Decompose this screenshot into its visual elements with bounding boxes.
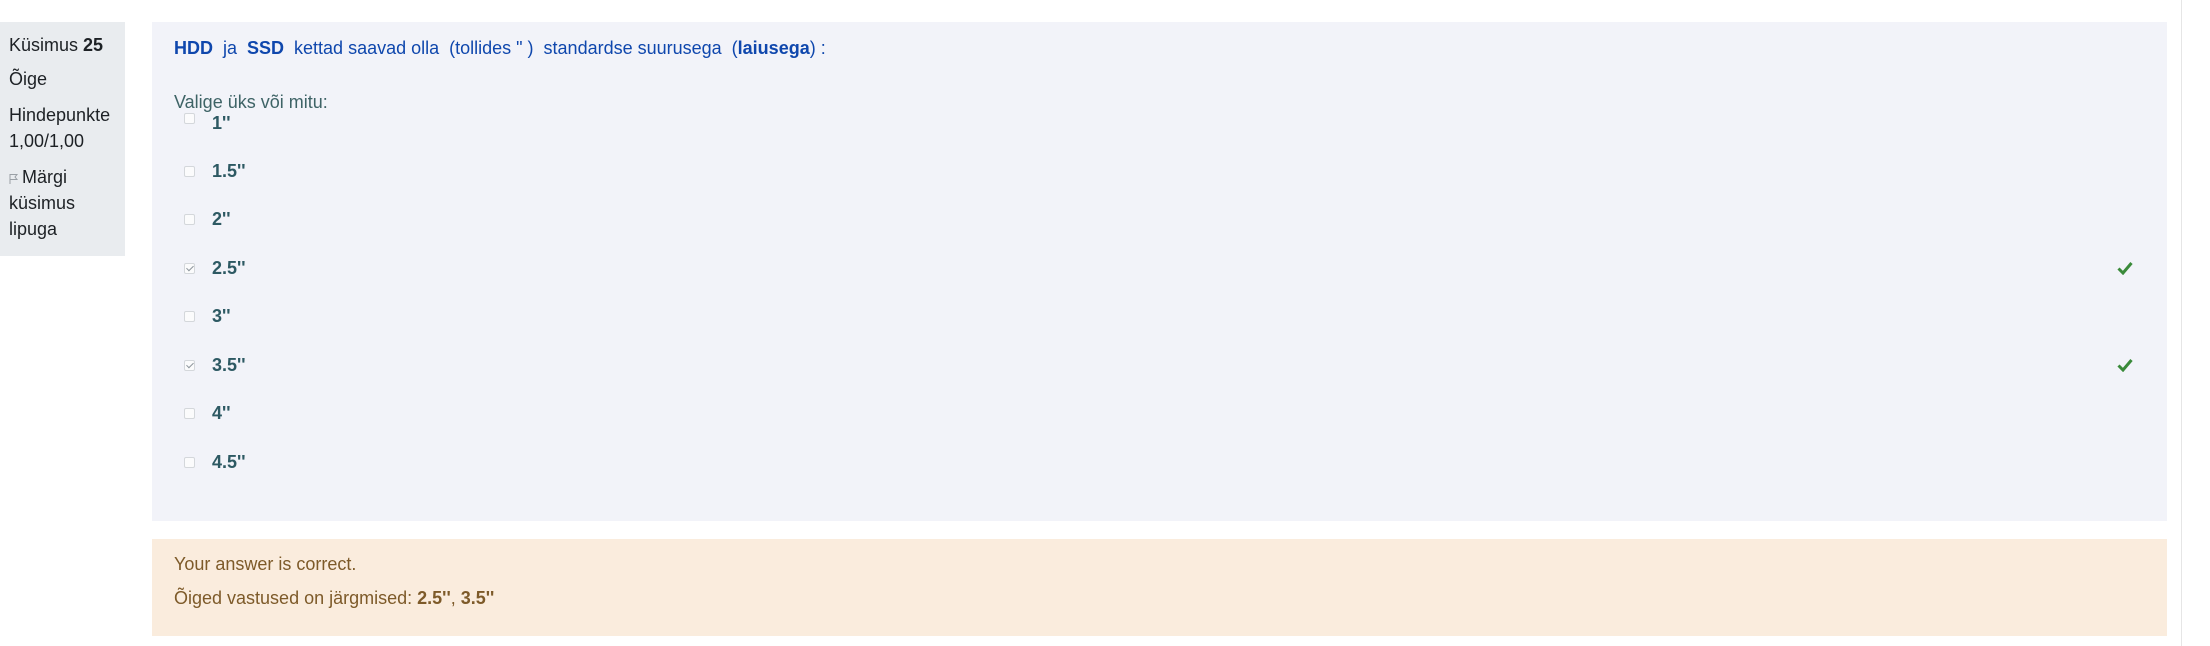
feedback-correct-answers: Õiged vastused on järgmised: 2.5'', 3.5'… [174,588,2145,609]
feedback-panel: Your answer is correct. Õiged vastused o… [152,539,2167,636]
answer-option-3-5[interactable]: 3.5'' [174,341,2145,390]
answer-option-2[interactable]: 2'' [174,196,2145,245]
flag-label-2: küsimus [9,193,76,213]
answer-options: 1'' 1.5'' 2'' 2.5'' 3'' 3.5'' 4'' 4.5'' [174,113,2145,487]
flag-question-link[interactable]: Märgi [9,164,116,190]
option-checkbox-checked[interactable] [184,359,195,371]
answer-option-4[interactable]: 4'' [174,390,2145,439]
option-label: 2'' [212,209,231,230]
grade-value: 1,00/1,00 [9,131,85,151]
question-state: Õige [9,69,48,89]
grade-label: Hindepunkte [9,105,111,125]
question-info-panel: Küsimus 25 Õige Hindepunkte 1,00/1,00 Mä… [0,22,125,256]
option-label: 4.5'' [212,451,246,472]
option-checkbox[interactable] [184,214,195,226]
question-text-end: ) : [809,38,826,58]
answer-option-2-5[interactable]: 2.5'' [174,244,2145,293]
correct-answer-b: 3.5'' [460,588,495,608]
option-checkbox[interactable] [184,113,195,124]
question-label: Küsimus [9,35,79,55]
correct-answers-prefix: Õiged vastused on järgmised: [174,588,418,608]
question-text-ja: ja [213,38,248,58]
answer-option-4-5[interactable]: 4.5'' [174,438,2145,487]
option-label: 4'' [212,403,231,424]
page-scrollbar[interactable] [2181,0,2210,646]
answer-option-3[interactable]: 3'' [174,293,2145,342]
correct-answer-a: 2.5'' [417,588,451,608]
question-formulation: HDD ja SSD kettad saavad olla (tollides … [152,22,2167,521]
option-checkbox[interactable] [184,311,195,323]
option-label: 3.5'' [212,354,246,375]
correct-check-icon [2117,262,2133,276]
option-label: 3'' [212,306,231,327]
answer-prompt: Valige üks või mitu: [174,92,328,112]
correct-check-icon [2117,359,2133,373]
option-label: 1.5'' [212,160,246,181]
flag-label-1: Märgi [22,167,68,187]
question-text: HDD ja SSD kettad saavad olla (tollides … [174,38,2145,59]
answer-option-1-5[interactable]: 1.5'' [174,147,2145,196]
flag-label-3: lipuga [9,219,58,239]
correct-answers-separator: , [450,588,461,608]
option-checkbox[interactable] [184,408,195,420]
option-label: 2.5'' [212,257,246,278]
question-text-mid: kettad saavad olla (tollides " ) standar… [284,38,738,58]
question-term-ssd: SSD [247,38,285,58]
option-label: 1'' [212,113,231,133]
option-checkbox[interactable] [184,456,195,468]
option-checkbox-checked[interactable] [184,262,195,274]
question-number-line: Küsimus 25 [9,32,116,58]
question-term-hdd: HDD [174,38,213,58]
feedback-result: Your answer is correct. [174,554,357,574]
option-checkbox[interactable] [184,165,195,177]
answer-option-1[interactable]: 1'' [174,113,2145,147]
flag-icon [9,174,19,184]
question-term-laiusega: laiusega [737,38,810,58]
question-number: 25 [83,35,104,55]
